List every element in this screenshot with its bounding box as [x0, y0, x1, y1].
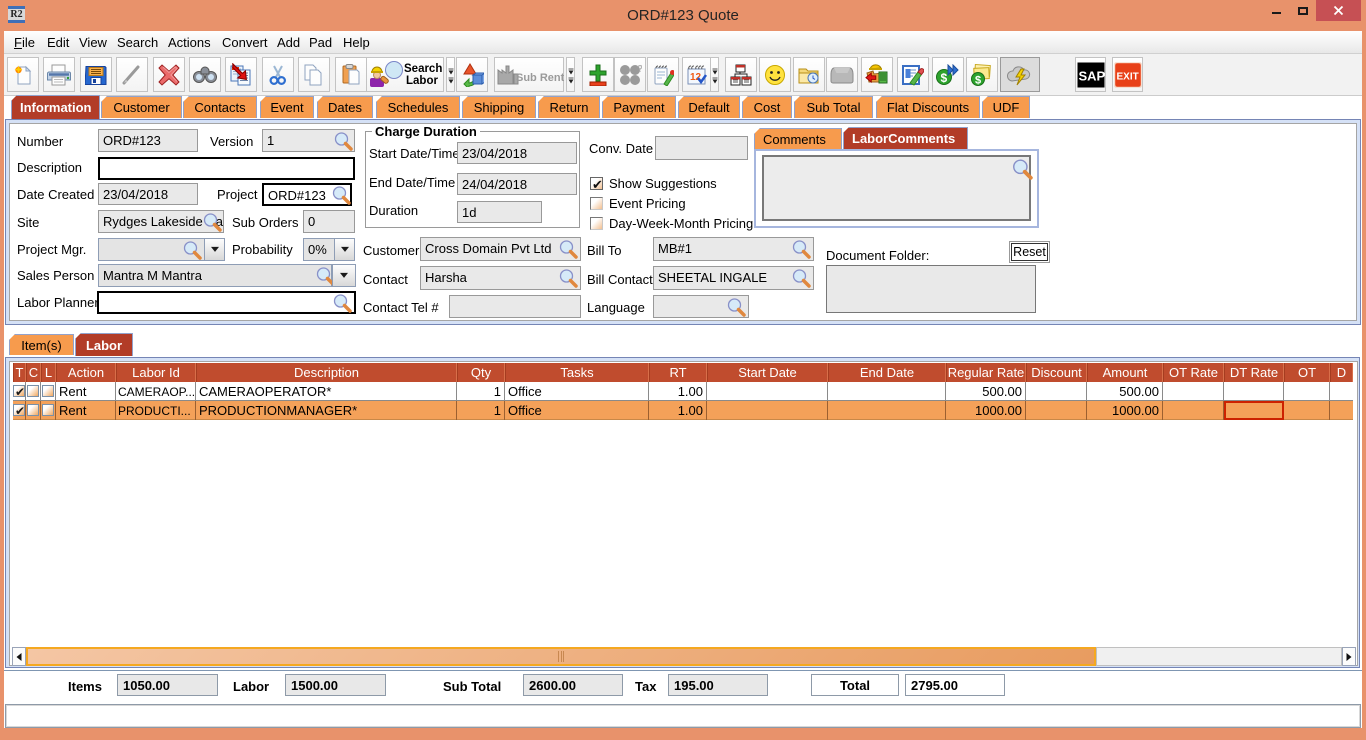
svg-text:Labor: Labor — [406, 75, 438, 87]
svg-text:Sub Rent: Sub Rent — [516, 72, 564, 84]
svg-text:EXIT: EXIT — [1116, 71, 1138, 82]
svg-text:Search: Search — [404, 63, 442, 75]
svg-text:SAP: SAP — [1078, 68, 1104, 83]
svg-text:$: $ — [975, 74, 981, 86]
svg-text:?: ? — [637, 64, 642, 75]
svg-text:$: $ — [941, 71, 948, 85]
